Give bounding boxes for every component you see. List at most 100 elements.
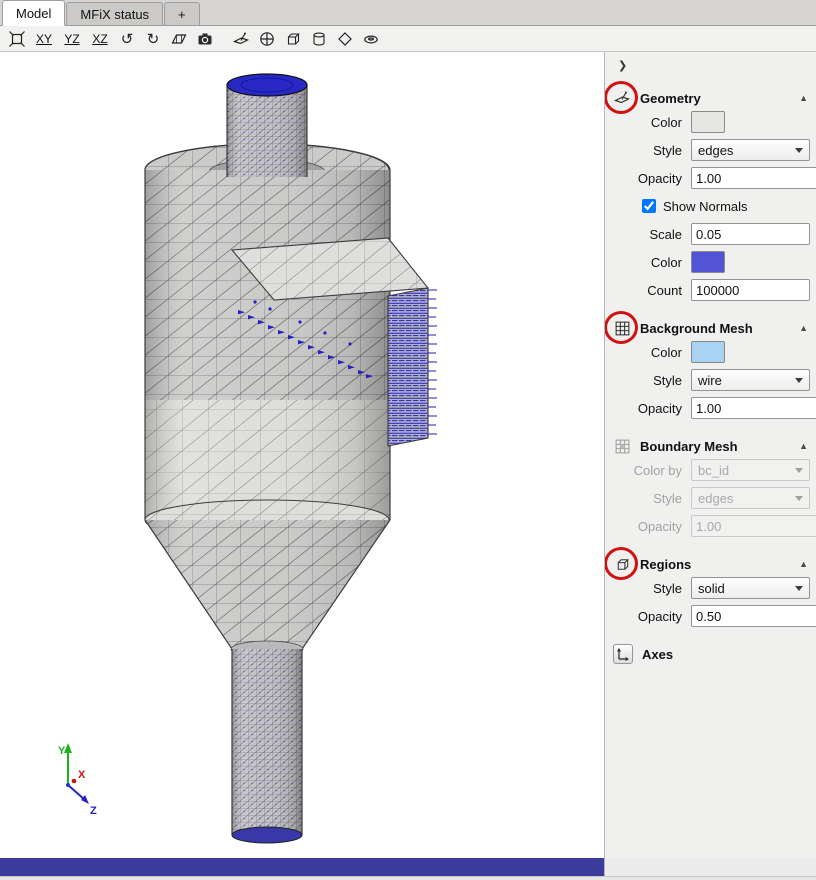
regions-section-header: Regions ▲ bbox=[613, 554, 810, 574]
axes-widget-triad: Y X Z bbox=[58, 743, 97, 817]
boundary-mesh-style-combobox: edges bbox=[691, 487, 810, 509]
geometry-style-combobox[interactable]: edges bbox=[691, 139, 810, 161]
panel-collapse-button[interactable]: ❯ bbox=[605, 56, 816, 74]
normals-scale-label: Scale bbox=[605, 227, 691, 242]
cylinder-icon bbox=[310, 30, 328, 48]
geometry-section-icon-button[interactable] bbox=[613, 89, 631, 107]
background-mesh-style-combobox[interactable]: wire bbox=[691, 369, 810, 391]
regions-section-title: Regions bbox=[640, 557, 790, 572]
chevron-down-icon bbox=[795, 148, 803, 153]
regions-style-value: solid bbox=[698, 581, 795, 596]
boundary-mesh-section-title: Boundary Mesh bbox=[640, 439, 790, 454]
regions-collapse-icon[interactable]: ▲ bbox=[799, 559, 810, 569]
geometry-opacity-input[interactable] bbox=[692, 168, 816, 188]
toggle-cube-button[interactable] bbox=[281, 28, 305, 50]
normals-scale-input[interactable] bbox=[691, 223, 810, 245]
cone-icon bbox=[336, 30, 354, 48]
geometry-color-label: Color bbox=[605, 115, 691, 130]
background-mesh-style-label: Style bbox=[605, 373, 691, 388]
background-mesh-opacity-spinbox bbox=[691, 397, 816, 419]
boundary-mesh-color-by-label: Color by bbox=[605, 463, 691, 478]
reset-view-button[interactable] bbox=[5, 28, 29, 50]
boundary-mesh-collapse-icon[interactable]: ▲ bbox=[799, 441, 810, 451]
toggle-geometry-button[interactable] bbox=[229, 28, 253, 50]
axis-z-label: Z bbox=[90, 805, 97, 817]
geometry-style-value: edges bbox=[698, 143, 795, 158]
geometry-collapse-icon[interactable]: ▲ bbox=[799, 93, 810, 103]
geometry-opacity-label: Opacity bbox=[605, 171, 691, 186]
view-yz-button[interactable]: YZ bbox=[59, 28, 85, 50]
toggle-torus-button[interactable] bbox=[359, 28, 383, 50]
show-normals-label: Show Normals bbox=[663, 199, 748, 214]
geometry-color-swatch[interactable] bbox=[691, 111, 725, 133]
perspective-icon bbox=[170, 30, 188, 48]
view-xz-button[interactable]: XZ bbox=[87, 28, 113, 50]
background-mesh-collapse-icon[interactable]: ▲ bbox=[799, 323, 810, 333]
background-mesh-color-swatch[interactable] bbox=[691, 341, 725, 363]
background-mesh-icon bbox=[614, 320, 631, 337]
geometry-section-header: Geometry ▲ bbox=[613, 88, 810, 108]
geometry-opacity-spinbox bbox=[691, 167, 816, 189]
vtk-3d-viewport[interactable]: Y X Z bbox=[0, 52, 604, 858]
tab-bar: Model MFiX status + bbox=[0, 0, 816, 26]
regions-opacity-spinbox bbox=[691, 605, 816, 627]
boundary-mesh-opacity-spinbox bbox=[691, 515, 816, 537]
mfix-window: Model MFiX status + XY YZ XZ ↺ ↻ bbox=[0, 0, 816, 880]
boundary-mesh-icon bbox=[614, 438, 631, 455]
view-xy-button[interactable]: XY bbox=[31, 28, 57, 50]
background-mesh-section-title: Background Mesh bbox=[640, 321, 790, 336]
reset-view-icon bbox=[8, 30, 26, 48]
regions-section-icon-button[interactable] bbox=[613, 555, 631, 573]
viewer-toolbar: XY YZ XZ ↺ ↻ bbox=[0, 26, 816, 52]
normals-color-swatch[interactable] bbox=[691, 251, 725, 273]
background-mesh-opacity-input[interactable] bbox=[692, 398, 816, 418]
tab-new[interactable]: + bbox=[164, 2, 200, 25]
tab-new-label: + bbox=[178, 7, 186, 22]
normals-count-label: Count bbox=[605, 283, 691, 298]
tab-mfix-status-label: MFiX status bbox=[80, 7, 149, 22]
cube-icon bbox=[284, 30, 302, 48]
visualization-settings-panel: ❯ Geometry ▲ Color Style edges Opacity bbox=[604, 52, 816, 858]
toggle-cylinder-button[interactable] bbox=[307, 28, 331, 50]
axes-icon bbox=[616, 647, 630, 661]
normals-count-input[interactable] bbox=[691, 279, 810, 301]
camera-icon bbox=[196, 30, 214, 48]
axis-x-label: X bbox=[78, 769, 86, 781]
background-mesh-section-header: Background Mesh ▲ bbox=[613, 318, 810, 338]
geometry-section-title: Geometry bbox=[640, 91, 790, 106]
axes-section-icon-button[interactable] bbox=[613, 644, 633, 664]
tab-model-label: Model bbox=[16, 6, 51, 21]
rotate-left-button[interactable]: ↺ bbox=[115, 28, 139, 50]
tab-model[interactable]: Model bbox=[2, 0, 65, 26]
bottom-bar bbox=[0, 858, 816, 876]
boundary-mesh-section-icon-button[interactable] bbox=[613, 437, 631, 455]
background-mesh-opacity-label: Opacity bbox=[605, 401, 691, 416]
chevron-down-icon bbox=[795, 378, 803, 383]
viewport-bottom-bar bbox=[0, 858, 604, 876]
regions-opacity-input[interactable] bbox=[692, 606, 816, 626]
perspective-button[interactable] bbox=[167, 28, 191, 50]
boundary-mesh-style-value: edges bbox=[698, 491, 795, 506]
rotate-right-button[interactable]: ↻ bbox=[141, 28, 165, 50]
geometry-icon bbox=[232, 30, 250, 48]
tab-mfix-status[interactable]: MFiX status bbox=[66, 2, 163, 25]
regions-icon bbox=[614, 556, 631, 573]
sphere-icon bbox=[258, 30, 276, 48]
cyclone-model-render: Y X Z bbox=[0, 52, 604, 858]
toggle-sphere-button[interactable] bbox=[255, 28, 279, 50]
chevron-down-icon bbox=[795, 496, 803, 501]
regions-style-combobox[interactable]: solid bbox=[691, 577, 810, 599]
axes-section-title: Axes bbox=[642, 647, 810, 662]
geometry-style-label: Style bbox=[605, 143, 691, 158]
axes-section-header: Axes bbox=[613, 644, 810, 664]
boundary-mesh-opacity-input bbox=[692, 516, 816, 536]
screenshot-button[interactable] bbox=[193, 28, 217, 50]
normals-color-label: Color bbox=[605, 255, 691, 270]
toggle-cone-button[interactable] bbox=[333, 28, 357, 50]
show-normals-checkbox[interactable] bbox=[642, 199, 656, 213]
chevron-down-icon bbox=[795, 468, 803, 473]
background-mesh-section-icon-button[interactable] bbox=[613, 319, 631, 337]
boundary-mesh-color-by-combobox: bc_id bbox=[691, 459, 810, 481]
chevron-down-icon bbox=[795, 586, 803, 591]
background-mesh-style-value: wire bbox=[698, 373, 795, 388]
